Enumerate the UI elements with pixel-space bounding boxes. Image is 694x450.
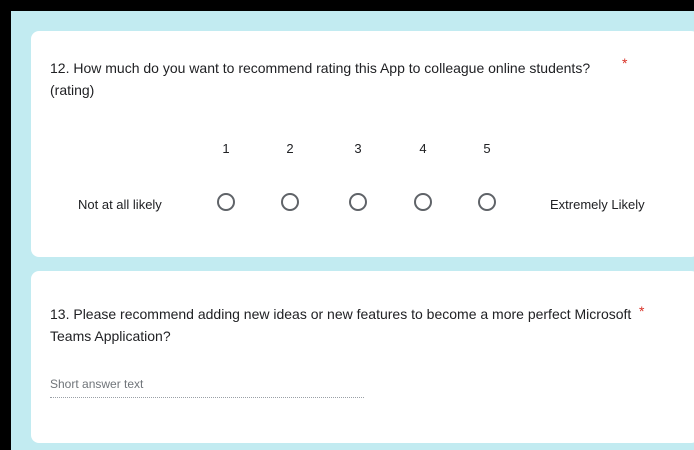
required-asterisk: * [622, 55, 628, 71]
question-title-12: 12. How much do you want to recommend ra… [50, 60, 591, 98]
required-asterisk: * [639, 303, 645, 319]
scale-label-2: 2 [286, 141, 294, 156]
scale-label-1: 1 [222, 141, 230, 156]
rating-radio-2[interactable] [281, 193, 299, 211]
scale-label-5: 5 [483, 141, 491, 156]
form-background: 12. How much do you want to recommend ra… [11, 11, 694, 450]
rating-radio-5[interactable] [478, 193, 496, 211]
question-card-13: 13. Please recommend adding new ideas or… [31, 271, 694, 443]
question-card-12: 12. How much do you want to recommend ra… [31, 31, 694, 257]
rating-radio-4[interactable] [414, 193, 432, 211]
scale-label-4: 4 [419, 141, 427, 156]
scale-label-3: 3 [354, 141, 362, 156]
question-title-13: 13. Please recommend adding new ideas or… [50, 306, 632, 344]
rating-radio-1[interactable] [217, 193, 235, 211]
scale-high-label: Extremely Likely [550, 197, 645, 212]
scale-low-label: Not at all likely [78, 197, 162, 212]
short-answer-input[interactable]: Short answer text [50, 377, 364, 398]
rating-radio-3[interactable] [349, 193, 367, 211]
